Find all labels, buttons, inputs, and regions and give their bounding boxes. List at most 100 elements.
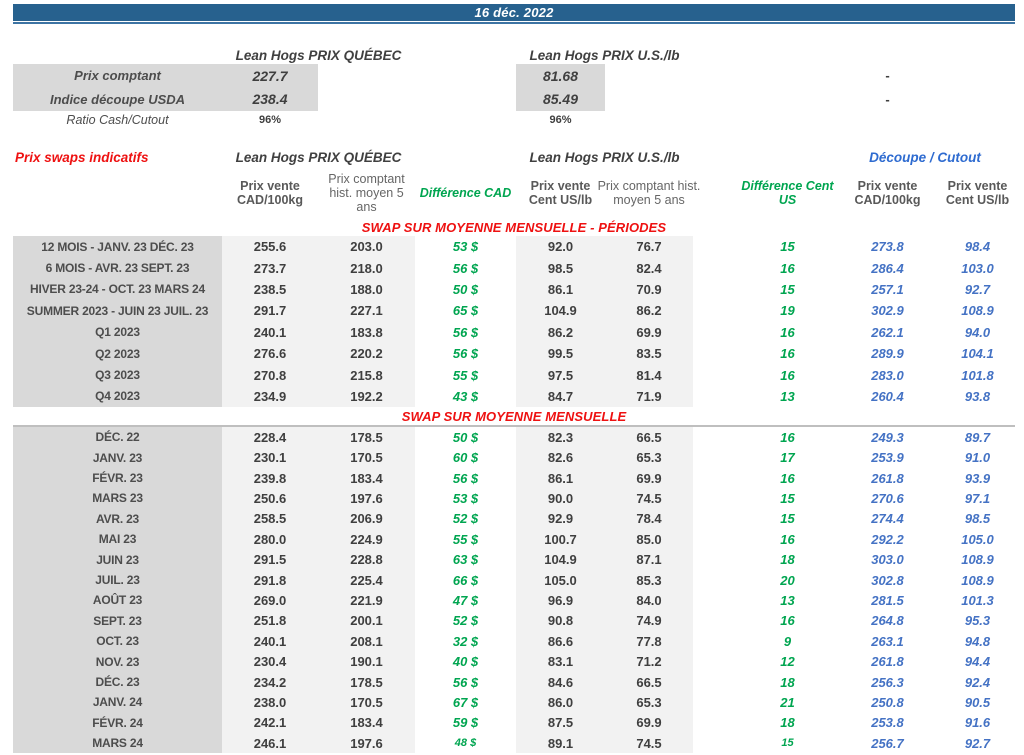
prix-comptant-hist-cad-value: 170.5 xyxy=(318,692,415,713)
spacer-cell xyxy=(940,88,1015,112)
difference-us-value: 16 xyxy=(780,470,795,486)
prix-vente-us-value: 105.0 xyxy=(516,569,605,591)
col-header-prix-vente-cad: Prix vente CAD/100kg xyxy=(237,179,303,207)
spot-row-ratio: Ratio Cash/Cutout 96% 96% xyxy=(13,111,1015,129)
spacer-cell xyxy=(318,88,415,112)
cutout-prix-vente-cad-value: 270.6 xyxy=(871,490,904,506)
prix-comptant-hist-cad-value: 188.0 xyxy=(318,278,415,301)
spacer-cell xyxy=(693,279,740,300)
difference-us-value: 15 xyxy=(780,511,795,527)
prix-comptant-hist-cad-value: 228.8 xyxy=(318,549,415,570)
prix-vente-cad-value: 291.5 xyxy=(222,549,318,570)
prix-comptant-hist-us-value: 85.0 xyxy=(605,529,693,550)
prix-comptant-hist-cad-value: 220.2 xyxy=(318,342,415,365)
prix-vente-us-value: 86.6 xyxy=(516,631,605,652)
prix-comptant-hist-cad-value: 178.5 xyxy=(318,671,415,693)
difference-cad-value: 56 $ xyxy=(452,260,479,276)
prix-vente-cad-value: 238.5 xyxy=(222,278,318,301)
table-row: NOV. 23 230.4 190.1 40 $ 83.1 71.2 12 26… xyxy=(13,651,1015,672)
prix-comptant-hist-cad-value: 218.0 xyxy=(318,257,415,279)
difference-cad-value: 55 $ xyxy=(452,367,479,383)
prix-comptant-hist-us-value: 82.4 xyxy=(605,257,693,279)
prix-comptant-hist-us-value: 83.5 xyxy=(605,342,693,365)
difference-cad-value: 50 $ xyxy=(452,281,479,297)
monthly-table: DÉC. 22 228.4 178.5 50 $ 82.3 66.5 16 24… xyxy=(13,427,1015,754)
col-header-cutout-cad: Prix vente CAD/100kg xyxy=(854,179,921,207)
cutout-prix-vente-us-value: 91.6 xyxy=(964,715,991,731)
prix-vente-us-value: 86.2 xyxy=(516,321,605,343)
spacer-cell xyxy=(693,448,740,468)
prix-comptant-hist-us-value: 69.9 xyxy=(605,712,693,733)
prix-vente-cad-value: 291.7 xyxy=(222,300,318,322)
period-label: JANV. 24 xyxy=(13,692,222,713)
prix-comptant-hist-cad-value: 183.4 xyxy=(318,712,415,733)
difference-cad-value: 65 $ xyxy=(452,303,479,319)
spot-label-value-block: Indice découpe USDA 238.4 xyxy=(13,87,318,111)
difference-cad-value: 52 $ xyxy=(452,511,479,527)
difference-us-value: 9 xyxy=(783,633,792,649)
spot-quebec-header: Lean Hogs PRIX QUÉBEC xyxy=(235,47,402,63)
period-label: Q4 2023 xyxy=(13,385,222,408)
prix-vente-cad-value: 291.8 xyxy=(222,569,318,591)
spacer-cell xyxy=(693,343,740,364)
swaps-us-header: Lean Hogs PRIX U.S./lb xyxy=(529,149,680,165)
prix-comptant-hist-us-value: 65.3 xyxy=(605,447,693,468)
difference-cad-value: 67 $ xyxy=(452,694,479,710)
swaps-headers-row: Prix swaps indicatifs Lean Hogs PRIX QUÉ… xyxy=(13,148,1015,166)
cutout-prix-vente-cad-value: 250.8 xyxy=(871,694,904,710)
difference-cad-value: 66 $ xyxy=(452,572,479,588)
spacer-cell xyxy=(318,64,415,88)
prix-comptant-hist-cad-value: 203.0 xyxy=(318,236,415,258)
prix-comptant-hist-cad-value: 192.2 xyxy=(318,385,415,408)
spacer-cell xyxy=(693,148,740,166)
table-row: Q2 2023 276.6 220.2 56 $ 99.5 83.5 16 28… xyxy=(13,342,1015,365)
difference-cad-value: 47 $ xyxy=(452,592,479,608)
period-label: AOÛT 23 xyxy=(13,590,222,611)
prix-comptant-hist-cad-value: 224.9 xyxy=(318,529,415,550)
prix-vente-us-value: 92.9 xyxy=(516,508,605,530)
difference-us-value: 13 xyxy=(780,388,795,404)
cutout-prix-vente-us-value: 97.1 xyxy=(964,490,991,506)
table-row: JANV. 24 238.0 170.5 67 $ 86.0 65.3 21 2… xyxy=(13,692,1015,713)
prix-vente-us-value: 87.5 xyxy=(516,712,605,733)
table-row: FÉVR. 23 239.8 183.4 56 $ 86.1 69.9 16 2… xyxy=(13,467,1015,489)
spacer-cell xyxy=(693,236,740,257)
prix-vente-cad-value: 258.5 xyxy=(222,508,318,530)
prix-vente-cad-value: 276.6 xyxy=(222,342,318,365)
spot-row-indice-decoupe: Indice découpe USDA 238.4 85.49 - xyxy=(13,87,1015,112)
difference-cad-value: 56 $ xyxy=(452,674,479,690)
table-row: FÉVR. 24 242.1 183.4 59 $ 87.5 69.9 18 2… xyxy=(13,712,1015,733)
spacer-cell xyxy=(415,46,516,64)
table-row: DÉC. 22 228.4 178.5 50 $ 82.3 66.5 16 24… xyxy=(13,427,1015,448)
period-label: MARS 24 xyxy=(13,732,222,754)
difference-us-value: 20 xyxy=(780,572,795,588)
period-label: Q2 2023 xyxy=(13,342,222,365)
prix-comptant-hist-cad-value: 197.6 xyxy=(318,732,415,754)
col-header-hist-us: Prix comptant hist. moyen 5 ans xyxy=(597,179,701,207)
prix-vente-cad-value: 228.4 xyxy=(222,427,318,448)
table-row: MAI 23 280.0 224.9 55 $ 100.7 85.0 16 29… xyxy=(13,529,1015,550)
spacer-cell xyxy=(693,672,740,692)
difference-cad-value: 50 $ xyxy=(452,429,479,445)
prix-comptant-hist-us-value: 85.3 xyxy=(605,569,693,591)
prix-vente-us-value: 86.1 xyxy=(516,467,605,489)
cutout-prix-vente-us-value: 103.0 xyxy=(961,260,994,276)
cutout-prix-vente-us-value: 91.0 xyxy=(964,450,991,466)
cutout-prix-vente-cad-value: 303.0 xyxy=(871,552,904,568)
prix-comptant-hist-cad-value: 200.1 xyxy=(318,610,415,632)
difference-us-value: 13 xyxy=(780,592,795,608)
cutout-prix-vente-us-value: 93.8 xyxy=(964,388,991,404)
spacer-cell xyxy=(693,570,740,590)
difference-us-value: 18 xyxy=(780,552,795,568)
cutout-prix-vente-us-value: 93.9 xyxy=(964,470,991,486)
cutout-prix-vente-cad-value: 286.4 xyxy=(871,260,904,276)
cutout-prix-vente-us-value: 108.9 xyxy=(961,552,994,568)
difference-us-value: 17 xyxy=(780,450,795,466)
difference-us-value: 21 xyxy=(780,694,795,710)
period-label: NOV. 23 xyxy=(13,651,222,672)
difference-cad-value: 43 $ xyxy=(452,388,479,404)
difference-cad-value: 40 $ xyxy=(452,654,479,670)
prix-vente-us-value: 104.9 xyxy=(516,300,605,322)
spot-us-value: 81.68 xyxy=(516,64,605,88)
prix-comptant-hist-us-value: 65.3 xyxy=(605,692,693,713)
